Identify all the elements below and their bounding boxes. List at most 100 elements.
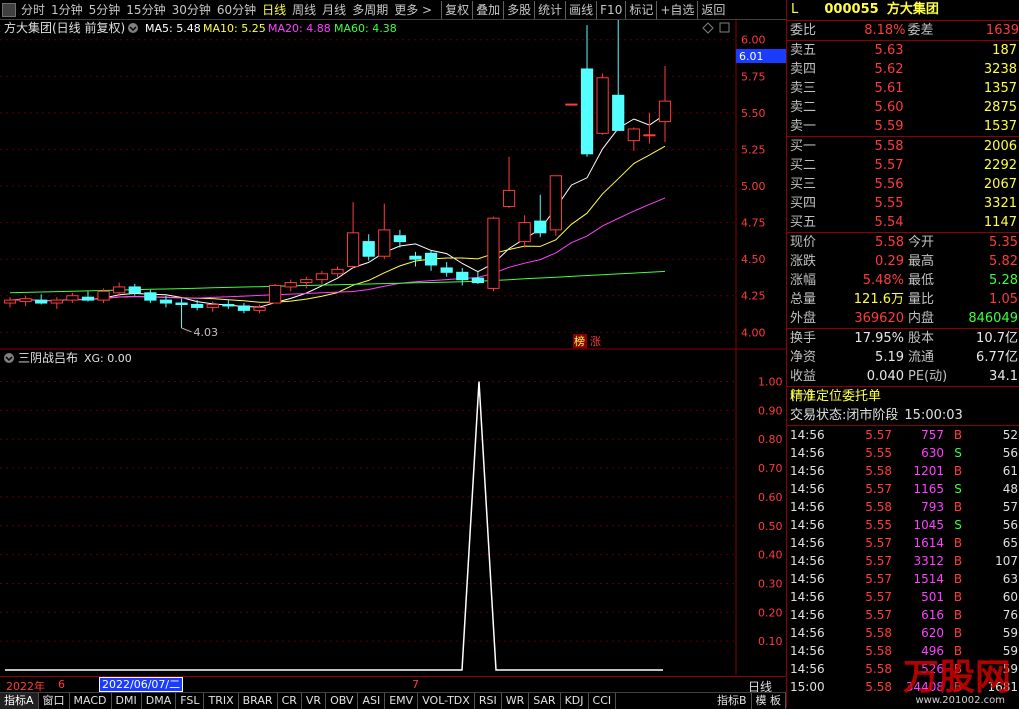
book-level-label: 买一 xyxy=(787,137,829,156)
indicator-tab-10[interactable]: OBV xyxy=(326,693,358,709)
trade-price: 5.57 xyxy=(836,570,892,588)
indicator-chart[interactable]: 1.000.900.800.700.600.500.400.300.200.10… xyxy=(0,350,786,675)
tool-button-3[interactable]: 统计 xyxy=(534,1,565,19)
asks-row[interactable]: 卖二5.602875 xyxy=(787,98,1019,117)
trade-volume: 1165 xyxy=(892,480,944,498)
indicator-tab-4[interactable]: DMA xyxy=(142,693,177,709)
indicator-tab-3[interactable]: DMI xyxy=(112,693,142,709)
trade-row[interactable]: 14:565.57757B52 xyxy=(787,426,1019,444)
period-tab-5[interactable]: 60分钟 xyxy=(214,1,259,19)
candle[interactable] xyxy=(597,73,608,134)
indicator-tab-2[interactable]: MACD xyxy=(70,693,112,709)
bids-row[interactable]: 买二5.572292 xyxy=(787,156,1019,175)
stat-row: 换手17.95%股本10.7亿 xyxy=(787,329,1019,348)
tool-button-0[interactable]: 复权 xyxy=(441,1,472,19)
bids-row[interactable]: 买五5.541147 xyxy=(787,213,1019,232)
indicator-tab-8[interactable]: CR xyxy=(278,693,302,709)
bids-row[interactable]: 买一5.582006 xyxy=(787,137,1019,156)
period-tab-9[interactable]: 多周期 xyxy=(349,1,391,19)
trade-price: 5.58 xyxy=(836,642,892,660)
tool-button-1[interactable]: 叠加 xyxy=(472,1,503,19)
trade-row[interactable]: 14:565.571514B63 xyxy=(787,570,1019,588)
candle-body xyxy=(67,296,78,300)
indicator-tab-7[interactable]: BRAR xyxy=(239,693,278,709)
period-tab-8[interactable]: 月线 xyxy=(319,1,349,19)
tool-button-2[interactable]: 多股 xyxy=(503,1,534,19)
trade-count: 56 xyxy=(972,444,1018,462)
y-tick-label: 0.10 xyxy=(758,635,783,648)
tool-button-4[interactable]: 画线 xyxy=(565,1,596,19)
precise-order-link[interactable]: 精准定位委托单 xyxy=(787,387,1019,406)
period-tab-10[interactable]: 更多 > xyxy=(391,1,435,19)
period-tab-2[interactable]: 5分钟 xyxy=(86,1,124,19)
limitup-marker[interactable]: 涨 xyxy=(589,334,603,348)
bids-row[interactable]: 买四5.553321 xyxy=(787,194,1019,213)
period-tab-7[interactable]: 周线 xyxy=(289,1,319,19)
indicator-tab-14[interactable]: RSI xyxy=(475,693,502,709)
asks-row[interactable]: 卖四5.623238 xyxy=(787,60,1019,79)
stat-label: 现价 xyxy=(787,233,826,252)
trade-volume: 1201 xyxy=(892,462,944,480)
trade-row[interactable]: 14:565.581201B61 xyxy=(787,462,1019,480)
stat-value: 0.040 xyxy=(826,367,904,386)
trade-row[interactable]: 14:565.571614B65 xyxy=(787,534,1019,552)
trade-row[interactable]: 14:565.57501B60 xyxy=(787,588,1019,606)
indicator-tab-9[interactable]: VR xyxy=(302,693,326,709)
y-tick-label: 0.90 xyxy=(758,404,783,417)
candle[interactable] xyxy=(566,104,577,105)
tool-button-5[interactable]: F10 xyxy=(596,1,625,19)
indicator-tab-16[interactable]: SAR xyxy=(529,693,560,709)
bids-row[interactable]: 买三5.562067 xyxy=(787,175,1019,194)
indicator-tab-13[interactable]: VOL-TDX xyxy=(418,693,475,709)
candle-body xyxy=(98,291,109,300)
indicator-tab-17[interactable]: KDJ xyxy=(561,693,589,709)
asks-row[interactable]: 卖五5.63187 xyxy=(787,41,1019,60)
candle[interactable] xyxy=(270,284,281,303)
kline-chart[interactable]: 6.005.755.505.255.004.754.504.254.00 6.2… xyxy=(0,20,786,350)
trade-row[interactable]: 14:565.57616B76 xyxy=(787,606,1019,624)
weicha-value: 1639 xyxy=(947,21,1019,40)
tool-button-8[interactable]: 返回 xyxy=(697,1,728,19)
trade-row[interactable]: 14:565.55630S56 xyxy=(787,444,1019,462)
trade-row[interactable]: 14:565.573312B107 xyxy=(787,552,1019,570)
layout-icon[interactable] xyxy=(2,3,16,17)
indicator-tab-18[interactable]: CCI xyxy=(589,693,617,709)
indicator-tab-right-0[interactable]: 指标B xyxy=(713,693,752,709)
period-tab-6[interactable]: 日线 xyxy=(259,1,289,19)
candle[interactable] xyxy=(488,217,499,292)
stat-label: 涨幅 xyxy=(787,271,826,290)
tool-button-6[interactable]: 标记 xyxy=(625,1,656,19)
period-tab-1[interactable]: 1分钟 xyxy=(48,1,86,19)
asks-row[interactable]: 卖三5.611357 xyxy=(787,79,1019,98)
y-tick-label: 5.50 xyxy=(741,107,766,120)
trade-volume: 501 xyxy=(892,588,944,606)
indicator-settings-icon[interactable] xyxy=(4,353,14,363)
period-tab-0[interactable]: 分时 xyxy=(18,1,48,19)
period-tab-3[interactable]: 15分钟 xyxy=(123,1,168,19)
trade-row[interactable]: 14:565.58793B57 xyxy=(787,498,1019,516)
indicator-tab-5[interactable]: FSL xyxy=(176,693,204,709)
candle[interactable] xyxy=(550,176,561,236)
tool-buttons: 复权叠加多股统计画线F10标记+自选返回 xyxy=(441,1,728,19)
trade-row[interactable]: 14:565.571165S48 xyxy=(787,480,1019,498)
trade-row[interactable]: 14:565.551045S56 xyxy=(787,516,1019,534)
rank-marker[interactable]: 榜 xyxy=(573,334,587,348)
candle-body xyxy=(36,300,47,303)
trade-count: 57 xyxy=(972,498,1018,516)
candle-body xyxy=(4,300,15,303)
trade-row[interactable]: 14:565.58620B59 xyxy=(787,624,1019,642)
indicator-tab-6[interactable]: TRIX xyxy=(204,693,238,709)
candle-body xyxy=(301,280,312,283)
indicator-tab-15[interactable]: WR xyxy=(502,693,530,709)
book-price: 5.55 xyxy=(829,194,903,213)
period-tab-4[interactable]: 30分钟 xyxy=(169,1,214,19)
tool-button-7[interactable]: +自选 xyxy=(656,1,697,19)
indicator-tab-11[interactable]: ASI xyxy=(358,693,385,709)
stat-value-2: 6.77亿 xyxy=(950,348,1018,367)
asks-row[interactable]: 卖一5.591537 xyxy=(787,117,1019,136)
indicator-tab-1[interactable]: 窗口 xyxy=(39,693,70,709)
indicator-tab-12[interactable]: EMV xyxy=(385,693,418,709)
chart-settings-icon[interactable] xyxy=(128,23,138,33)
indicator-tab-right-1[interactable]: 模 板 xyxy=(752,693,787,709)
indicator-tab-0[interactable]: 指标A xyxy=(0,693,39,709)
